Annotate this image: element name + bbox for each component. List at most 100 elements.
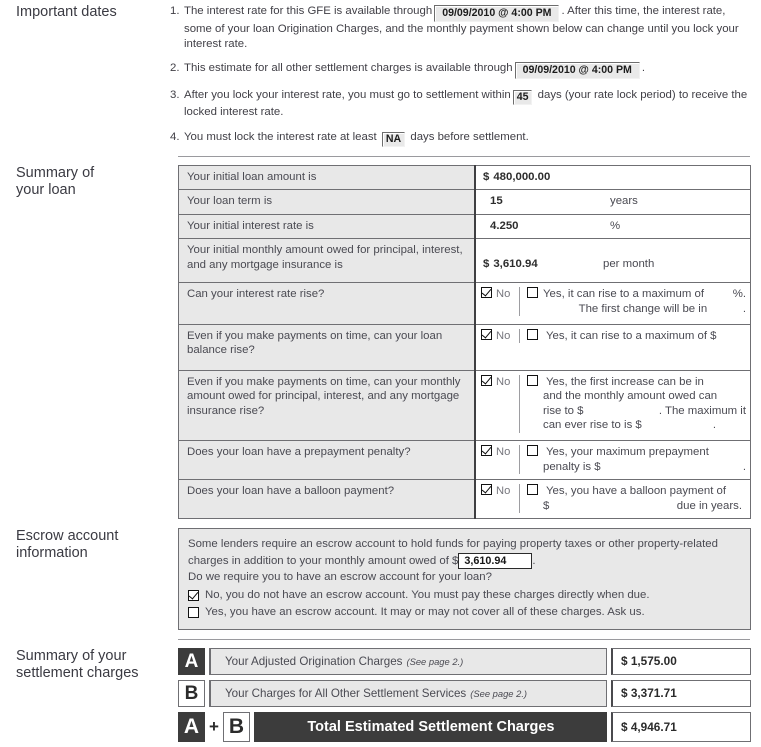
escrow-para-post: . [532, 554, 536, 567]
section-label-summary-of-loan: Summary of your loan [0, 165, 170, 199]
initial-loan-amount: $480,000.00 [483, 170, 603, 185]
yes-line-3: rise to $ . The maximum it [527, 404, 746, 419]
escrow-body: Some lenders require an escrow account t… [170, 528, 761, 630]
checkbox-checked-icon[interactable] [481, 374, 492, 386]
table-row: Does your loan have a balloon payment? N… [178, 479, 751, 520]
no-option-loan-balance-rise[interactable]: No [476, 328, 520, 344]
label-line-2: settlement charges [16, 664, 139, 681]
charge-amount-a: $ 1,575.00 [611, 647, 751, 675]
date-item-1-pre: The interest rate for this GFE is availa… [184, 5, 433, 17]
no-label: No [496, 446, 511, 459]
escrow-paragraph: Some lenders require an escrow account t… [188, 538, 718, 569]
yes-text-line-2: and the monthly amount owed can [543, 390, 718, 403]
escrow-option-no[interactable]: No, you do not have an escrow account. Y… [188, 587, 741, 604]
yes-option-prepayment-penalty[interactable]: Yes, your maximum prepayment penalty is … [520, 445, 746, 474]
loan-row-value: No Yes, you have a balloon payment of $ [474, 479, 751, 520]
rate-available-through-field[interactable]: 09/09/2010 @ 4:00 PM [434, 5, 560, 22]
yes-option-interest-rate-rise[interactable]: Yes, it can rise to a maximum of %. The … [520, 287, 746, 316]
amount-text: 3,610.94 [493, 258, 538, 271]
interest-rate-value: 4.250 [490, 219, 519, 232]
yes-line-2: The first change will be in . [527, 302, 746, 317]
yes-text-line-1: Yes, your maximum prepayment [545, 446, 709, 459]
loan-summary-table: Your initial loan amount is $480,000.00 … [178, 164, 751, 520]
important-date-item-1: 1. The interest rate for this GFE is ava… [170, 4, 751, 52]
charge-name-a: Your Adjusted Origination Charges (See p… [209, 647, 607, 675]
item-number: 1. [170, 5, 180, 17]
charge-letter-a: A [178, 647, 205, 675]
checkbox-unchecked-icon[interactable] [527, 445, 538, 457]
value-wrap: $480,000.00 [476, 170, 746, 185]
loan-row-value: $3,610.94 per month [474, 238, 751, 284]
value-wrap: 15 years [476, 194, 746, 209]
loan-row-label: Your initial interest rate is [178, 213, 476, 240]
yes-line-1: Yes, the first increase can be in [527, 374, 746, 390]
label-line-1: Summary of your [16, 647, 127, 664]
label-line-2: your loan [16, 181, 76, 198]
gfe-page: Important dates 1. The interest rate for… [0, 0, 761, 742]
no-label: No [496, 329, 511, 342]
yes-line-1: Yes, your maximum prepayment [527, 445, 746, 460]
checkbox-unchecked-icon[interactable] [527, 328, 538, 340]
section-settlement-charges: Summary of your settlement charges A You… [0, 647, 761, 747]
settlement-charges-body: A Your Adjusted Origination Charges (See… [170, 647, 761, 747]
yes-tail-line-1: %. [732, 288, 746, 301]
yes-option-monthly-amount-rise[interactable]: Yes, the first increase can be in and th… [520, 374, 746, 433]
settlement-charges-available-through-field[interactable]: 09/09/2010 @ 4:00 PM [514, 62, 640, 80]
total-amount: $ 4,946.71 [611, 711, 751, 742]
section-summary-of-loan: Summary of your loan Your initial loan a… [0, 165, 761, 520]
escrow-para-pre: Some lenders require an escrow account t… [188, 538, 718, 567]
checkbox-unchecked-icon[interactable] [188, 607, 199, 619]
escrow-question: Do we require you to have an escrow acco… [188, 571, 492, 584]
loan-row-label: Your loan term is [178, 189, 476, 215]
yes-tail-line-3: . The maximum it [658, 404, 746, 417]
rate-lock-days-field[interactable]: 45 [512, 90, 533, 106]
important-date-item-4: 4. You must lock the interest rate at le… [170, 130, 751, 147]
dollar-sign: $ [483, 170, 490, 183]
yes-tail-line-2: . [742, 302, 746, 315]
no-option-monthly-amount-rise[interactable]: No [476, 374, 520, 433]
loan-row-label: Your initial monthly amount owed for pri… [178, 238, 476, 284]
checkbox-checked-icon[interactable] [481, 445, 492, 457]
no-option-prepayment-penalty[interactable]: No [476, 445, 520, 475]
yes-text-line-2: The first change will be in [578, 302, 708, 315]
section-divider-1 [178, 155, 750, 157]
lock-days-before-settlement-field[interactable]: NA [381, 131, 406, 147]
loan-row-label: Even if you make payments on time, can y… [178, 323, 476, 371]
charge-row-total: A + B Total Estimated Settlement Charges… [178, 711, 751, 742]
label-line-1: Summary of [16, 164, 95, 181]
yes-line-1: Yes, it can rise to a maximum of $ [527, 328, 746, 344]
no-label: No [496, 288, 511, 301]
checkbox-unchecked-icon[interactable] [527, 484, 538, 496]
yesno-wrap: No Yes, it can rise to a maximum of %. T… [476, 287, 746, 317]
plus-sign-icon: + [209, 716, 219, 736]
charge-amount-b: $ 3,371.71 [611, 679, 751, 707]
unit-label: years [610, 195, 638, 208]
loan-row-value: No Yes, it can rise to a maximum of $ [474, 323, 751, 371]
dollar-sign: $ [483, 258, 490, 271]
no-option-interest-rate-rise[interactable]: No [476, 287, 520, 317]
checkbox-unchecked-icon[interactable] [527, 374, 538, 386]
item-text: You must lock the interest rate at least… [184, 130, 751, 147]
charge-row-b: B Your Charges for All Other Settlement … [178, 679, 751, 707]
checkbox-checked-icon[interactable] [188, 589, 199, 601]
section-escrow-account: Escrow account information Some lenders … [0, 528, 761, 630]
yes-option-loan-balance-rise[interactable]: Yes, it can rise to a maximum of $ [520, 328, 746, 344]
no-option-balloon-payment[interactable]: No [476, 484, 520, 514]
escrow-monthly-amount-field[interactable]: 3,610.94 [458, 552, 533, 569]
checkbox-unchecked-icon[interactable] [527, 287, 538, 299]
yes-text-line-2: penalty is $ [543, 460, 601, 473]
checkbox-checked-icon[interactable] [481, 287, 492, 299]
item-text: This estimate for all other settlement c… [184, 61, 751, 80]
checkbox-checked-icon[interactable] [481, 484, 492, 496]
loan-row-label: Does your loan have a balloon payment? [178, 479, 476, 520]
table-row: Your loan term is 15 years [178, 189, 751, 215]
escrow-option-yes-label: Yes, you have an escrow account. It may … [205, 606, 645, 619]
yes-tail-line-2: due in years. [676, 499, 742, 512]
label-line-1: Escrow account [16, 528, 119, 545]
charge-title-b: Your Charges for All Other Settlement Se… [225, 686, 467, 700]
yes-option-balloon-payment[interactable]: Yes, you have a balloon payment of $ due… [520, 484, 746, 513]
escrow-option-yes[interactable]: Yes, you have an escrow account. It may … [188, 604, 741, 621]
checkbox-checked-icon[interactable] [481, 328, 492, 340]
item-number: 3. [170, 89, 180, 102]
charges-list: A Your Adjusted Origination Charges (See… [178, 647, 751, 742]
